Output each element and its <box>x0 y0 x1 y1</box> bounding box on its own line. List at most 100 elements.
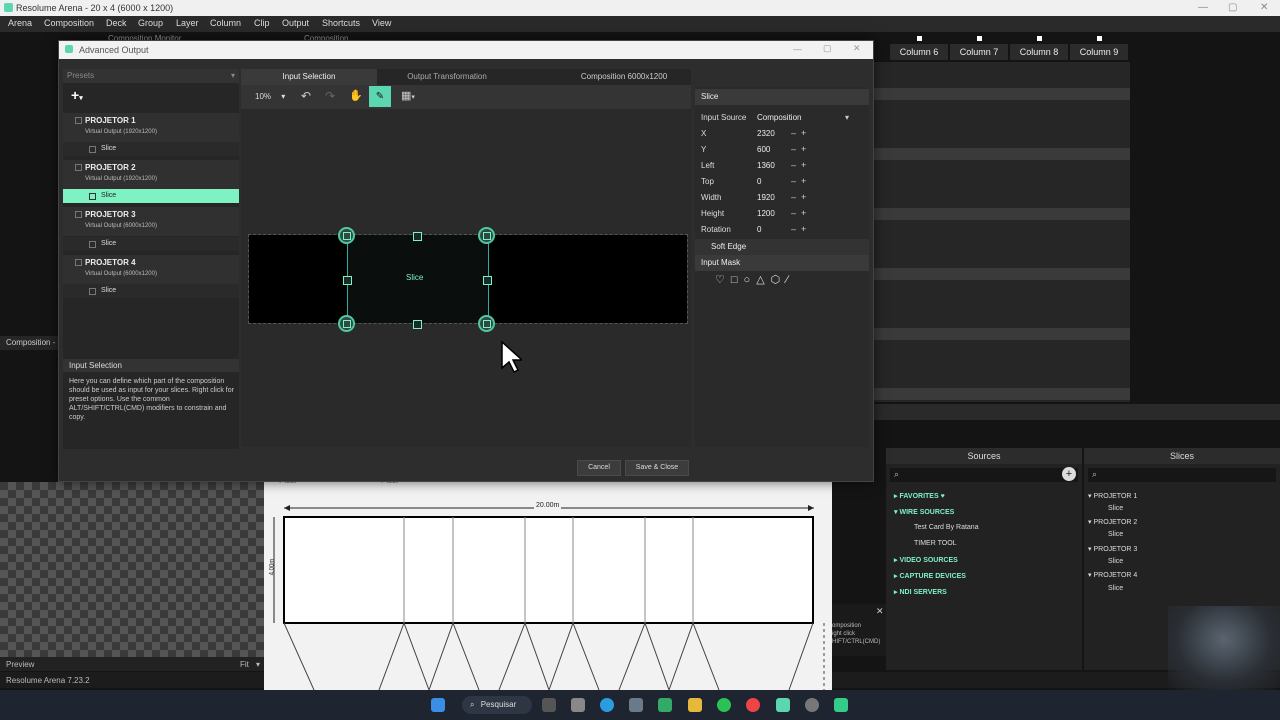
wire-sources-group[interactable]: ▾ WIRE SOURCES <box>894 508 954 516</box>
circle-mask-icon[interactable]: ○ <box>744 274 757 286</box>
checkbox-icon[interactable] <box>75 117 82 124</box>
slices-slice-4[interactable]: Slice <box>1108 585 1123 592</box>
arena-icon[interactable] <box>776 698 790 712</box>
edge-handle-right[interactable] <box>483 276 492 285</box>
projector-item[interactable]: PROJETOR 1 Virtual Output (1920x1200) <box>63 113 239 143</box>
file-explorer-icon[interactable] <box>688 698 702 712</box>
corner-handle-top-right[interactable] <box>478 227 495 244</box>
slice-item[interactable]: Slice <box>63 284 239 298</box>
hexagon-mask-icon[interactable]: ⬡ <box>771 274 787 286</box>
hand-icon[interactable]: ✋ <box>349 89 363 102</box>
prop-top-input[interactable]: 0 <box>757 177 761 186</box>
stepper-icon[interactable]: – + <box>791 224 806 234</box>
column-7-header[interactable]: Column 7 <box>950 44 1008 60</box>
menu-group[interactable]: Group <box>138 18 163 28</box>
column-9-header[interactable]: Column 9 <box>1070 44 1128 60</box>
menu-arena[interactable]: Arena <box>8 18 32 28</box>
checkbox-icon[interactable] <box>75 211 82 218</box>
zoom-select[interactable]: 10% ▾ <box>255 92 285 101</box>
snap-tool-icon[interactable]: ✎ <box>369 86 391 107</box>
prop-height-input[interactable]: 1200 <box>757 209 775 218</box>
tab-output-transformation[interactable]: Output Transformation <box>377 69 517 85</box>
prop-left-input[interactable]: 1360 <box>757 161 775 170</box>
slices-slice-1[interactable]: Slice <box>1108 505 1123 512</box>
corner-handle-top-left[interactable] <box>338 227 355 244</box>
composition-panel-label[interactable]: Composition - <box>0 336 58 350</box>
maximize-icon[interactable]: ▢ <box>823 43 832 54</box>
add-source-icon[interactable]: + <box>1062 467 1076 481</box>
close-icon[interactable]: ✕ <box>1260 2 1268 13</box>
video-sources-group[interactable]: ▸ VIDEO SOURCES <box>894 556 958 564</box>
slices-slice-3[interactable]: Slice <box>1108 558 1123 565</box>
slices-slice-2[interactable]: Slice <box>1108 531 1123 538</box>
stepper-icon[interactable]: – + <box>791 160 806 170</box>
menu-column[interactable]: Column <box>210 18 241 28</box>
maximize-icon[interactable]: ▢ <box>1228 2 1237 13</box>
menu-clip[interactable]: Clip <box>254 18 270 28</box>
prop-width-input[interactable]: 1920 <box>757 193 775 202</box>
store-icon[interactable] <box>571 698 585 712</box>
presets-dropdown[interactable]: Presets ▾ <box>63 69 239 83</box>
close-icon[interactable]: ✕ <box>853 43 861 54</box>
menu-shortcuts[interactable]: Shortcuts <box>322 18 360 28</box>
close-icon[interactable]: ✕ <box>876 606 884 617</box>
menu-deck[interactable]: Deck <box>106 18 127 28</box>
checkbox-icon[interactable] <box>75 259 82 266</box>
projector-item[interactable]: PROJETOR 3 Virtual Output (6000x1200) <box>63 207 239 237</box>
favorites-group[interactable]: ▸ FAVORITES ♥ <box>894 492 945 500</box>
heart-mask-icon[interactable]: ♡ <box>715 274 731 286</box>
add-output-button[interactable]: +▾ <box>71 87 83 103</box>
sources-search-input[interactable]: ⌕ <box>890 468 1078 482</box>
save-close-button[interactable]: Save & Close <box>625 460 689 476</box>
input-source-select[interactable]: Composition <box>757 113 801 122</box>
checkbox-icon[interactable] <box>89 288 96 295</box>
taskbar-search[interactable]: ⌕ Pesquisar <box>462 696 532 714</box>
slices-projector-3[interactable]: ▾ PROJETOR 3 <box>1088 545 1137 553</box>
slice-item[interactable]: Slice <box>63 237 239 251</box>
slice-item[interactable]: Slice <box>63 142 239 156</box>
edge-browser-icon[interactable] <box>600 698 614 712</box>
resolume-taskbar-icon[interactable] <box>658 698 672 712</box>
stepper-icon[interactable]: – + <box>791 192 806 202</box>
stepper-icon[interactable]: – + <box>791 144 806 154</box>
fit-dropdown[interactable]: Fit <box>240 660 249 669</box>
column-8-header[interactable]: Column 8 <box>1010 44 1068 60</box>
checkbox-icon[interactable] <box>75 164 82 171</box>
soft-edge-toggle[interactable]: Soft Edge <box>695 239 869 255</box>
slices-projector-1[interactable]: ▾ PROJETOR 1 <box>1088 492 1137 500</box>
undo-icon[interactable]: ↶ <box>301 89 311 103</box>
slices-projector-2[interactable]: ▾ PROJETOR 2 <box>1088 518 1137 526</box>
projector-item[interactable]: PROJETOR 4 Virtual Output (6000x1200) <box>63 255 239 285</box>
chrome-icon[interactable] <box>746 698 760 712</box>
pen-mask-icon[interactable]: ∕ <box>786 274 794 286</box>
slices-search-input[interactable]: ⌕ <box>1088 468 1276 482</box>
menu-view[interactable]: View <box>372 18 391 28</box>
stepper-icon[interactable]: – + <box>791 128 806 138</box>
edge-handle-bottom[interactable] <box>413 320 422 329</box>
grid-icon[interactable]: ▦▾ <box>401 89 415 102</box>
triangle-mask-icon[interactable]: △ <box>756 274 770 286</box>
app-icon[interactable] <box>834 698 848 712</box>
source-item-timer-tool[interactable]: TIMER TOOL <box>914 540 957 547</box>
chevron-down-icon[interactable]: ▾ <box>845 113 849 122</box>
column-6-header[interactable]: Column 6 <box>890 44 948 60</box>
minimize-icon[interactable]: — <box>1198 2 1208 13</box>
settings-icon[interactable] <box>629 698 643 712</box>
stepper-icon[interactable]: – + <box>791 176 806 186</box>
capture-devices-group[interactable]: ▸ CAPTURE DEVICES <box>894 572 966 580</box>
edge-handle-left[interactable] <box>343 276 352 285</box>
projector-item[interactable]: PROJETOR 2 Virtual Output (1920x1200) <box>63 160 239 190</box>
slice-rect[interactable]: Slice <box>347 235 489 323</box>
stepper-icon[interactable]: – + <box>791 208 806 218</box>
rectangle-mask-icon[interactable]: □ <box>731 274 744 286</box>
checkbox-icon[interactable] <box>89 146 96 153</box>
minimize-icon[interactable]: — <box>793 44 802 54</box>
start-icon[interactable] <box>431 698 445 712</box>
source-item-test-card[interactable]: Test Card By Ratana <box>914 524 979 531</box>
whatsapp-icon[interactable] <box>717 698 731 712</box>
menu-layer[interactable]: Layer <box>176 18 199 28</box>
checkbox-icon[interactable] <box>89 193 96 200</box>
cancel-button[interactable]: Cancel <box>577 460 621 476</box>
menu-composition[interactable]: Composition <box>44 18 94 28</box>
tab-input-selection[interactable]: Input Selection <box>241 69 377 85</box>
